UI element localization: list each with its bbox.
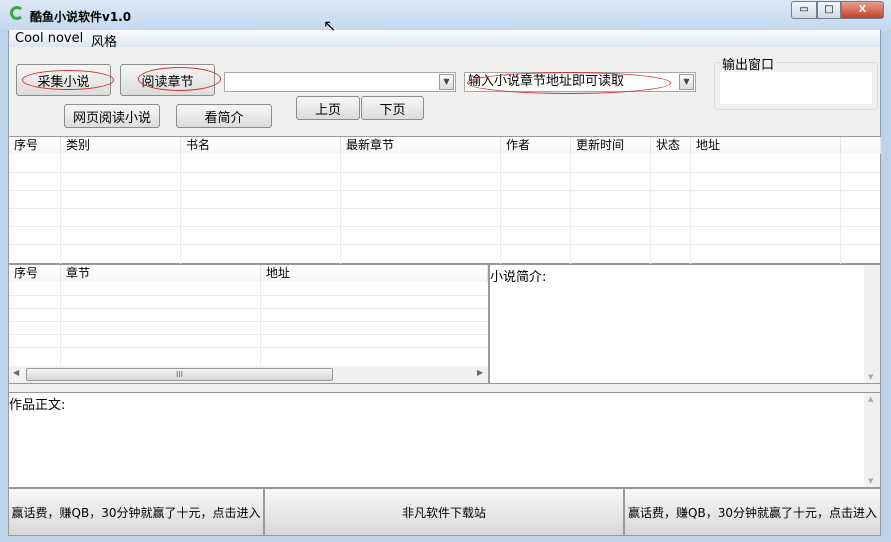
dropdown-arrow-icon[interactable]: ▼ [679,74,694,90]
novel-table[interactable]: 序号 类别 书名 最新章节 作者 更新时间 状态 地址 [8,136,881,264]
mouse-cursor-icon: ↖ [323,16,337,35]
maximize-button[interactable]: □ [817,1,841,19]
output-label: 输出窗口 [720,54,777,73]
web-read-button[interactable]: 网页阅读小说 [64,104,160,128]
chapter-url-combo-value: 输入小说章节地址即可读取 [468,74,625,89]
minimize-button[interactable]: ▭ [791,1,817,19]
next-page-button[interactable]: 下页 [361,96,424,120]
content-textarea[interactable]: 作品正文: ▲ ▼ [8,392,881,488]
scroll-down-icon[interactable]: ▼ [868,477,873,485]
horizontal-scrollbar[interactable]: ◀ III ▶ [9,366,488,383]
chapter-table[interactable]: 序号 章节 地址 ◀ III ▶ [8,264,489,384]
vertical-scrollbar[interactable]: ▲ ▼ [864,393,880,487]
url-combo[interactable]: ▼ [224,72,456,92]
menu-bar [9,30,880,47]
column-header[interactable]: 最新章节 [341,137,501,154]
prev-page-button[interactable]: 上页 [296,96,360,120]
column-header[interactable]: 序号 [9,265,61,282]
column-header-blank [841,137,881,154]
scroll-left-icon[interactable]: ◀ [13,368,19,377]
scroll-thumb[interactable]: III [26,368,333,381]
scroll-right-icon[interactable]: ▶ [477,368,483,377]
close-button[interactable]: X [841,1,884,19]
column-header[interactable]: 地址 [261,265,488,282]
read-chapter-button[interactable]: 阅读章节 [120,64,215,96]
content-label: 作品正文: [9,398,66,413]
output-window [720,72,872,104]
scroll-down-icon[interactable]: ▼ [868,373,873,381]
window-title: 酷鱼小说软件v1.0 [30,10,132,24]
ad-link-left[interactable]: 赢话费，赚QB，30分钟就赢了十元，点击进入 [8,488,264,536]
column-header[interactable]: 章节 [61,265,261,282]
dropdown-arrow-icon[interactable]: ▼ [439,74,454,90]
intro-label: 小说简介: [490,270,547,285]
app-icon [10,6,24,20]
intro-textarea[interactable]: 小说简介: ▼ [489,264,881,384]
column-header[interactable]: 状态 [651,137,691,154]
scroll-up-icon[interactable]: ▲ [868,395,873,403]
chapter-url-combo[interactable]: 输入小说章节地址即可读取 ▼ [464,72,696,92]
title-bar [0,0,891,30]
column-header[interactable]: 类别 [61,137,181,154]
vertical-scrollbar[interactable]: ▼ [864,265,880,383]
menu-cool-novel[interactable]: Cool novel [15,31,83,46]
column-header[interactable]: 地址 [691,137,841,154]
collect-novel-button[interactable]: 采集小说 [16,64,111,96]
column-header[interactable]: 序号 [9,137,61,154]
download-site-link[interactable]: 非凡软件下载站 [264,488,624,536]
column-header[interactable]: 书名 [181,137,341,154]
column-header[interactable]: 作者 [501,137,571,154]
view-intro-button[interactable]: 看简介 [176,104,272,128]
menu-style[interactable]: 风格 [91,31,117,50]
column-header[interactable]: 更新时间 [571,137,651,154]
ad-link-right[interactable]: 赢话费，赚QB，30分钟就赢了十元，点击进入 [624,488,881,536]
